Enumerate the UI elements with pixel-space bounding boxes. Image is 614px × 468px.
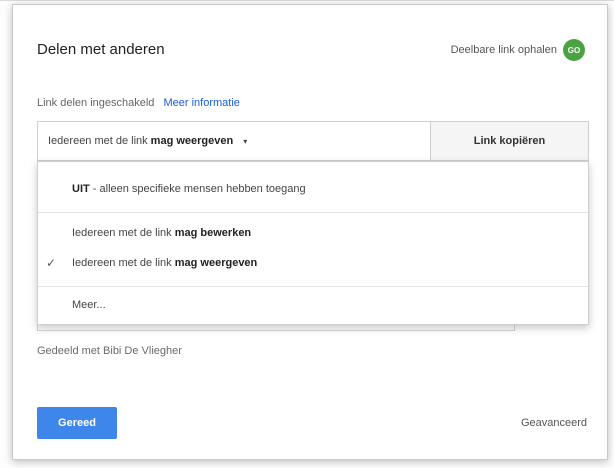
top-border <box>0 0 614 1</box>
menu-divider <box>38 212 588 213</box>
menu-item-can-edit-bold: mag bewerken <box>174 227 252 239</box>
link-sharing-status-text: Link delen ingeschakeld <box>37 97 155 109</box>
advanced-link[interactable]: Geavanceerd <box>521 417 587 429</box>
done-button[interactable]: Gereed <box>37 407 117 439</box>
go-link-icon[interactable]: GO <box>563 39 585 61</box>
screen: Delen met anderen Deelbare link ophalen … <box>0 0 614 468</box>
get-shareable-link-label: Deelbare link ophalen <box>450 44 557 56</box>
chevron-down-icon: ▾ <box>243 136 248 146</box>
link-access-prefix: Iedereen met de link <box>48 135 148 147</box>
menu-divider <box>38 286 588 287</box>
shared-with-text: Gedeeld met Bibi De Vliegher <box>37 345 182 357</box>
link-sharing-status: Link delen ingeschakeld Meer informatie <box>37 97 240 109</box>
link-access-bar: Iedereen met de link mag weergeven ▾ Lin… <box>37 121 589 161</box>
go-badge-text: GO <box>567 45 581 55</box>
menu-item-off-label: UIT - alleen specifieke mensen hebben to… <box>72 183 306 195</box>
menu-item-can-edit-label: Iedereen met de link mag bewerken <box>72 227 251 239</box>
get-shareable-link-button[interactable]: Deelbare link ophalen GO <box>451 39 585 61</box>
dialog-title: Delen met anderen <box>37 41 165 58</box>
link-access-select[interactable]: Iedereen met de link mag weergeven ▾ <box>38 122 430 160</box>
menu-item-can-view-prefix: Iedereen met de link <box>72 257 175 269</box>
copy-link-button[interactable]: Link kopiëren <box>430 122 588 160</box>
menu-item-off-rest: - alleen specifieke mensen hebben toegan… <box>89 183 306 195</box>
menu-item-can-view[interactable]: ✓ Iedereen met de link mag weergeven <box>38 248 588 278</box>
menu-item-can-view-bold: mag weergeven <box>174 257 258 269</box>
menu-item-more[interactable]: Meer... <box>38 290 588 320</box>
menu-item-more-label: Meer... <box>72 299 106 311</box>
checkmark-icon: ✓ <box>46 256 57 270</box>
menu-item-off-bold: UIT <box>72 183 90 195</box>
share-dialog: Delen met anderen Deelbare link ophalen … <box>12 4 608 460</box>
menu-item-can-edit-prefix: Iedereen met de link <box>72 227 175 239</box>
link-access-dropdown-menu: UIT - alleen specifieke mensen hebben to… <box>37 161 589 325</box>
more-info-link[interactable]: Meer informatie <box>163 97 239 109</box>
menu-item-off[interactable]: UIT - alleen specifieke mensen hebben to… <box>38 174 588 204</box>
link-access-value: mag weergeven <box>150 135 234 147</box>
menu-item-can-edit[interactable]: Iedereen met de link mag bewerken <box>38 218 588 248</box>
menu-item-can-view-label: Iedereen met de link mag weergeven <box>72 257 257 269</box>
